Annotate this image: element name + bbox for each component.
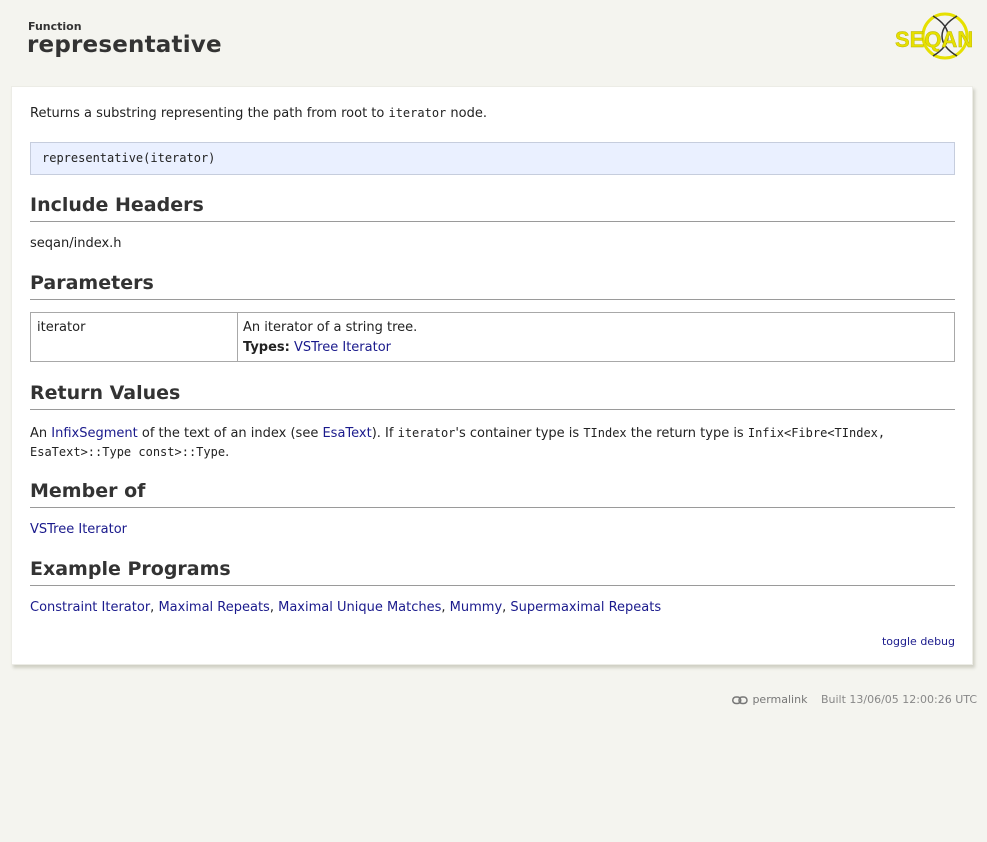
return-text: of the text of an index (see: [137, 426, 323, 441]
summary: Returns a substring representing the pat…: [30, 106, 487, 121]
param-description: An iterator of a string tree.: [243, 320, 418, 335]
section-include-headers: Include Headers: [30, 194, 955, 222]
section-return-values: Return Values: [30, 382, 955, 410]
return-text: An: [30, 426, 52, 441]
param-types: Types: VSTree Iterator: [243, 340, 391, 355]
permalink-label: permalink: [752, 693, 808, 706]
seqan-logo[interactable]: SEQAN: [893, 10, 973, 62]
list-separator: ,: [441, 600, 450, 615]
types-link[interactable]: VSTree Iterator: [294, 340, 391, 355]
section-member-of: Member of: [30, 480, 955, 508]
infix-segment-link[interactable]: InfixSegment: [51, 426, 137, 441]
summary-text: Returns a substring representing the pat…: [30, 106, 389, 121]
example-link[interactable]: Maximal Unique Matches: [278, 600, 441, 615]
esatext-link[interactable]: EsaText: [322, 426, 371, 441]
parameters-table: iterator An iterator of a string tree. T…: [30, 312, 955, 362]
list-separator: ,: [269, 600, 279, 615]
example-link[interactable]: Supermaximal Repeats: [510, 600, 661, 615]
logo-text: SEQAN: [895, 27, 973, 52]
return-text: 's container type is: [455, 426, 584, 441]
content-card: Returns a substring representing the pat…: [11, 86, 973, 665]
member-of-link[interactable]: VSTree Iterator: [30, 522, 127, 537]
summary-code: iterator: [388, 106, 447, 120]
include-header-path: seqan/index.h: [30, 236, 122, 251]
return-text: the return type is: [626, 426, 748, 441]
example-link[interactable]: Maximal Repeats: [158, 600, 269, 615]
return-code: EsaText>::Type const>::Type: [30, 445, 226, 459]
page-header: Function representative SEQAN: [0, 0, 987, 86]
return-value-text: An InfixSegment of the text of an index …: [30, 424, 955, 462]
section-parameters: Parameters: [30, 272, 955, 300]
chain-link-icon: [732, 695, 749, 708]
table-cell-param-name: iterator: [31, 313, 238, 361]
example-link[interactable]: Constraint Iterator: [30, 600, 150, 615]
signature-box: representative(iterator): [30, 142, 955, 175]
signature-code: representative(iterator): [42, 151, 216, 165]
param-name: iterator: [37, 320, 86, 335]
build-timestamp: Built 13/06/05 12:00:26 UTC: [820, 693, 977, 706]
return-code: iterator: [397, 426, 456, 440]
example-link[interactable]: Mummy: [450, 600, 502, 615]
example-programs-list: Constraint Iterator, Maximal Repeats, Ma…: [30, 600, 661, 615]
return-code: Infix<Fibre<TIndex,: [747, 426, 886, 440]
section-example-programs: Example Programs: [30, 558, 955, 586]
return-text: ). If: [371, 426, 398, 441]
page-title: representative: [27, 32, 222, 58]
return-text: .: [225, 445, 230, 460]
toggle-debug-link[interactable]: toggle debug: [882, 635, 955, 648]
return-code: TIndex: [583, 426, 627, 440]
types-label: Types:: [243, 340, 290, 355]
table-cell-param-desc: An iterator of a string tree. Types: VST…: [238, 313, 954, 361]
permalink-link[interactable]: permalink: [732, 693, 811, 706]
footer: permalink Built 13/06/05 12:00:26 UTC: [732, 693, 977, 708]
summary-suffix: node.: [446, 106, 487, 121]
